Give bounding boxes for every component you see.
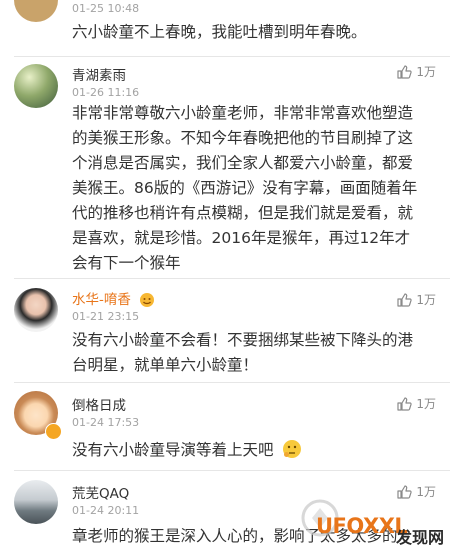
commenter-name[interactable]: 荒芜QAQ	[72, 482, 129, 502]
comment-text-line: 会有下一个猴年	[72, 254, 181, 272]
comment-item: 水华-唷香 01-21 23:15 1万 没有六小龄童不会看！不要捆绑某些被下降…	[0, 279, 450, 381]
thumbs-up-icon	[397, 396, 413, 411]
comment-text-line: 非常非常尊敬六小龄童老师，非常非常喜欢他塑造	[72, 104, 414, 122]
comment-text-line: 是喜欢，就是珍惜。2016年是猴年，再过12年才	[72, 229, 411, 247]
avatar[interactable]	[14, 288, 58, 332]
like-count: 1万	[416, 65, 436, 79]
comment-time: 01-26 11:16	[72, 86, 140, 99]
comment-text-line: 没有六小龄童不会看！不要捆绑某些被下降头的港	[72, 331, 414, 349]
like-count: 1万	[416, 293, 436, 307]
like-button[interactable]: 1万	[396, 63, 436, 80]
avatar[interactable]	[14, 0, 58, 22]
like-count: 1万	[416, 397, 436, 411]
comment-time: 01-25 10:48	[72, 2, 140, 15]
comment-text-line: 代的推移也稍许有点模糊，但是我们就是爱看，就	[72, 204, 414, 222]
comment-text-content: 没有六小龄童导演等着上天吧	[72, 441, 274, 459]
comment-text-line: 台明星，就单单六小龄童！	[72, 356, 259, 374]
thumbs-up-icon	[397, 64, 413, 79]
comment-text: 非常非常尊敬六小龄童老师，非常非常喜欢他塑造 的美猴王形象。不知今年春晚把他的节…	[72, 101, 438, 276]
comment-item: 青湖素雨 01-26 11:16 1万 非常非常尊敬六小龄童老师，非常非常喜欢他…	[0, 57, 450, 277]
watermark: UFOXXL 发现网	[300, 488, 450, 550]
comment-text-line: 六小龄童不上春晚，我能吐槽到明年春晚。	[72, 23, 367, 41]
thumbs-up-icon	[397, 292, 413, 307]
comment-text-line: 的美猴王形象。不知今年春晚把他的节目刷掉了这	[72, 129, 414, 147]
comment-item: 01-25 10:48 六小龄童不上春晚，我能吐槽到明年春晚。	[0, 0, 450, 56]
comment-text-line: 个消息是否属实，我们全家人都爱六小龄童，都爱	[72, 154, 414, 172]
comment-text-line: 美猴王。86版的《西游记》没有字幕，画面随着年	[72, 179, 418, 197]
like-button[interactable]: 1万	[396, 395, 436, 412]
commenter-name[interactable]: 倒格日成	[72, 394, 126, 414]
comment-time: 01-24 17:53	[72, 416, 140, 429]
comment-text: 没有六小龄童导演等着上天吧	[72, 438, 438, 467]
commenter-name[interactable]: 水华-唷香	[72, 288, 155, 312]
comment-text-line: 没有六小龄童导演等着上天吧	[72, 438, 438, 467]
thinking-emoji-icon	[282, 439, 302, 467]
watermark-site: 发现网	[396, 528, 445, 547]
like-button[interactable]: 1万	[396, 291, 436, 308]
comment-item: 倒格日成 01-24 17:53 1万 没有六小龄童导演等着上天吧	[0, 383, 450, 469]
commenter-name[interactable]: 青湖素雨	[72, 64, 126, 84]
comment-time: 01-24 20:11	[72, 504, 140, 517]
commenter-name-text: 水华-唷香	[72, 292, 131, 308]
watermark-brand: UFOXXL	[316, 514, 408, 538]
comment-text: 没有六小龄童不会看！不要捆绑某些被下降头的港 台明星，就单单六小龄童！	[72, 328, 438, 378]
verified-badge-icon	[45, 423, 62, 440]
avatar[interactable]	[14, 64, 58, 108]
comment-text: 六小龄童不上春晚，我能吐槽到明年春晚。	[72, 20, 438, 45]
comment-time: 01-21 23:15	[72, 310, 140, 323]
crown-emoji-icon	[139, 292, 155, 312]
avatar[interactable]	[14, 480, 58, 524]
